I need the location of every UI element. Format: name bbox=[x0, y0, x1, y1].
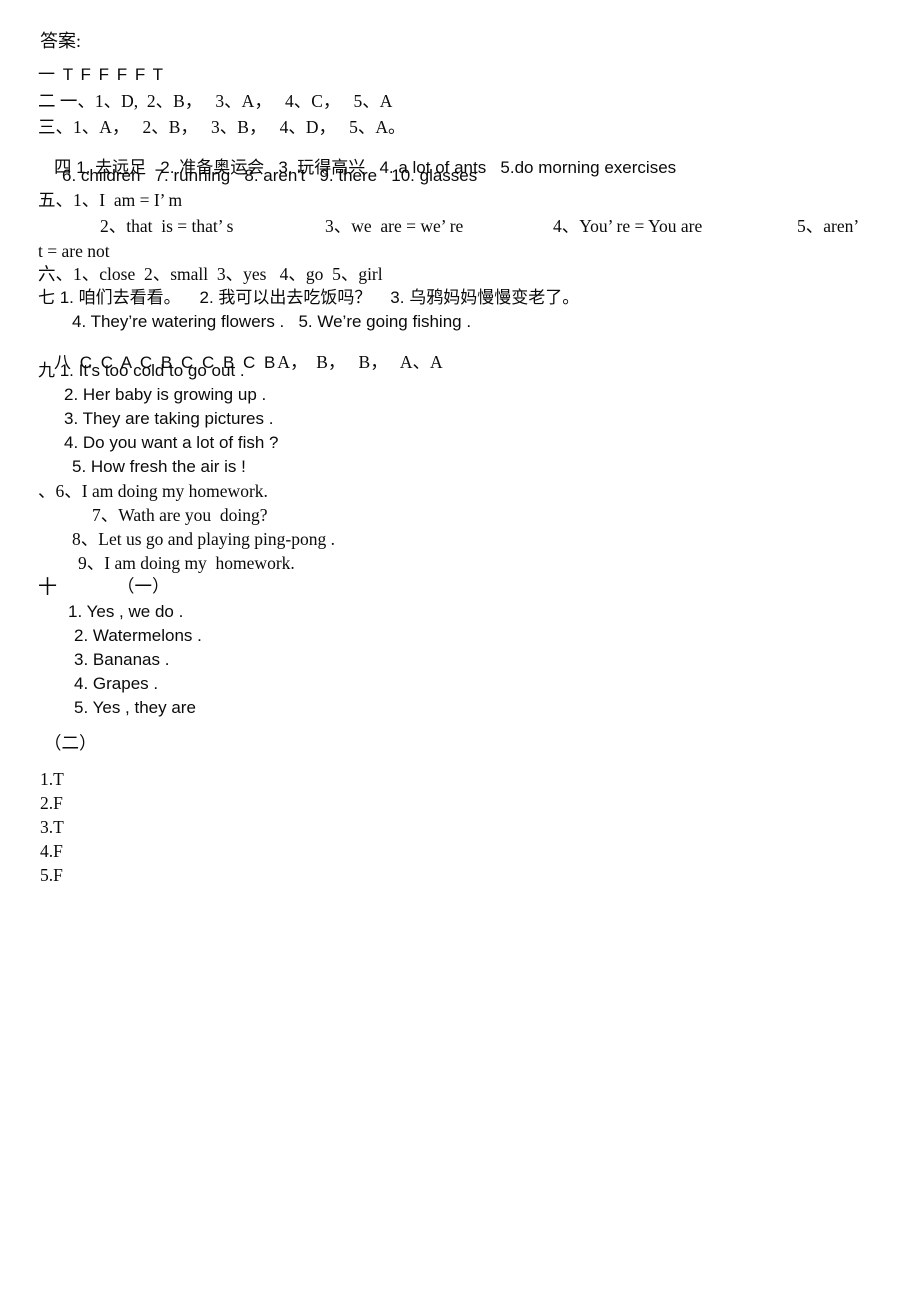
section-9-item-9: 9、I am doing my homework. bbox=[78, 553, 295, 573]
section-10-sub1-item-5: 5. Yes , they are bbox=[74, 698, 196, 717]
section-10-sub2-item-4: 4.F bbox=[40, 841, 63, 861]
section-5-item2: 2、that is = that’ s bbox=[100, 216, 234, 236]
section-9-item-8: 8、Let us go and playing ping-pong . bbox=[72, 529, 335, 549]
section-10-sub1-item-1: 1. Yes , we do . bbox=[68, 602, 184, 621]
section-10-sub2-item-1: 1.T bbox=[40, 769, 64, 789]
section-3-line: 三、1、A， 2、B， 3、B， 4、D， 5、A。 bbox=[38, 117, 406, 137]
section-5-item5: 5、aren’ bbox=[797, 216, 860, 236]
section-10-sub2-item-2: 2.F bbox=[40, 793, 63, 813]
section-9-item-4: 4. Do you want a lot of fish ? bbox=[64, 433, 279, 452]
section-10-sub2-item-3: 3.T bbox=[40, 817, 64, 837]
section-7-line1: 七 1. 咱们去看看。 2. 我可以出去吃饭吗？ 3. 乌鸦妈妈慢慢变老了。 bbox=[38, 288, 580, 307]
section-9-item-1: 九 1. It’s too cold to go out . bbox=[38, 361, 245, 380]
section-4-line2: 6. children 7. running 8. aren't 9. ther… bbox=[62, 166, 478, 185]
section-9-item-5: 5. How fresh the air is ! bbox=[72, 457, 246, 476]
section-9-item-6: 、6、I am doing my homework. bbox=[38, 481, 268, 501]
section-9-item-2: 2. Her baby is growing up . bbox=[64, 385, 267, 404]
section-2-line: 二 一、1、D, 2、B， 3、A， 4、C， 5、A bbox=[38, 91, 393, 111]
section-5-item3: 3、we are = we’ re bbox=[325, 216, 464, 236]
section-10-marker: 十 bbox=[38, 577, 58, 598]
section-10-sub1-item-3: 3. Bananas . bbox=[74, 650, 170, 669]
section-9-item-3: 3. They are taking pictures . bbox=[64, 409, 274, 428]
section-1-line: 一 T F F F F T bbox=[38, 65, 165, 84]
section-10-sub1-item-2: 2. Watermelons . bbox=[74, 626, 202, 645]
answer-key-heading: 答案: bbox=[40, 31, 82, 51]
document-page: 答案: 一 T F F F F T 二 一、1、D, 2、B， 3、A， 4、C… bbox=[0, 0, 920, 1302]
section-10-sub2-label: （二） bbox=[44, 733, 97, 753]
section-5-line3: t = are not bbox=[38, 241, 110, 261]
section-10-sub2-item-5: 5.F bbox=[40, 865, 63, 885]
section-10-sub1-label: （一） bbox=[117, 576, 170, 596]
section-7-line2: 4. They’re watering flowers . 5. We’re g… bbox=[72, 312, 472, 331]
section-5-item4: 4、You’ re = You are bbox=[553, 216, 703, 236]
section-10-sub1-item-4: 4. Grapes . bbox=[74, 674, 159, 693]
section-9-item-7: 7、Wath are you doing? bbox=[92, 505, 268, 525]
section-6-line: 六、1、close 2、small 3、yes 4、go 5、girl bbox=[38, 264, 383, 284]
section-8-serif-part: A， B， B， A、A bbox=[277, 352, 443, 372]
section-5-line1: 五、1、I am = I’ m bbox=[38, 190, 183, 210]
